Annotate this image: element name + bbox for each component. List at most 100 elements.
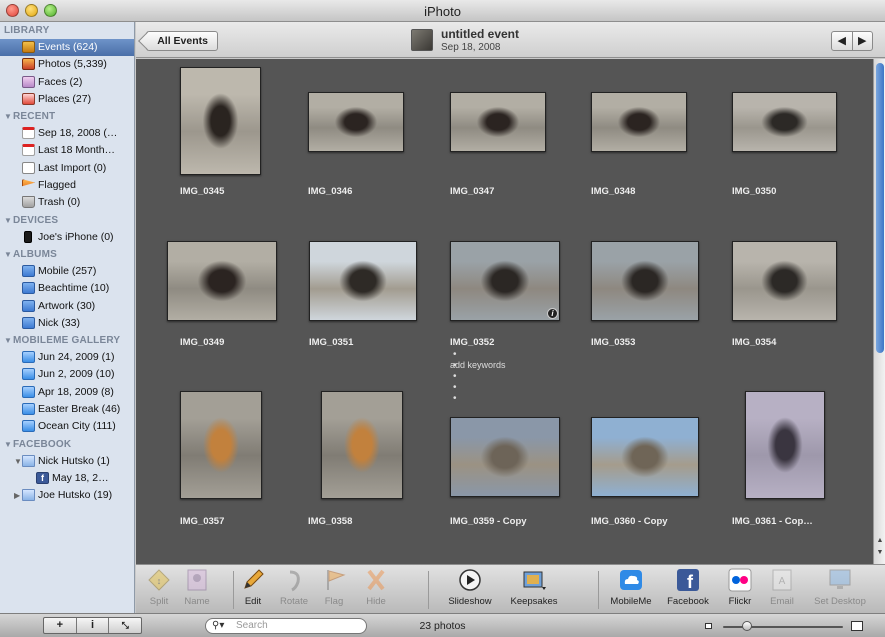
photo-image[interactable] xyxy=(308,92,404,152)
photo-title[interactable]: IMG_0357 xyxy=(180,516,224,527)
sidebar-item[interactable]: Photos (5,339) xyxy=(0,56,134,73)
photo-title[interactable]: IMG_0352 xyxy=(450,337,494,348)
sidebar-section-header[interactable]: ▼ALBUMS xyxy=(0,246,134,263)
photo-title[interactable]: IMG_0349 xyxy=(180,337,224,348)
photo-image[interactable] xyxy=(167,241,277,321)
facebook-button[interactable]: f Facebook xyxy=(662,568,714,607)
photo-image[interactable] xyxy=(321,391,403,499)
photo-title[interactable]: IMG_0351 xyxy=(309,337,353,348)
set-desktop-button[interactable]: Set Desktop xyxy=(814,568,866,607)
sidebar-item[interactable]: Trash (0) xyxy=(0,194,134,211)
photo-image[interactable] xyxy=(450,417,560,497)
photo-title[interactable]: IMG_0345 xyxy=(180,186,224,197)
sidebar-item[interactable]: Last 18 Month… xyxy=(0,142,134,159)
sidebar-item[interactable]: Jun 24, 2009 (1) xyxy=(0,349,134,366)
photo-image[interactable] xyxy=(732,92,837,152)
keepsakes-icon xyxy=(522,568,546,592)
sidebar-item[interactable]: Easter Break (46) xyxy=(0,401,134,418)
disclosure-triangle-icon[interactable]: ▶ xyxy=(14,487,20,504)
photo-title[interactable]: IMG_0354 xyxy=(732,337,776,348)
event-title[interactable]: untitled event xyxy=(441,27,519,41)
disclosure-triangle-icon[interactable]: ▼ xyxy=(4,212,13,229)
sidebar-section-header[interactable]: ▼RECENT xyxy=(0,108,134,125)
photo-image[interactable] xyxy=(745,391,825,499)
photo-title[interactable]: IMG_0359 - Copy xyxy=(450,516,527,527)
all-events-button[interactable]: All Events xyxy=(146,31,218,51)
photo-keywords-field[interactable]: add keywords xyxy=(450,360,506,370)
rotate-icon xyxy=(282,568,306,592)
scroll-up-arrow-icon[interactable]: ▲ xyxy=(874,537,885,544)
photo-image[interactable] xyxy=(450,241,560,321)
trash-icon xyxy=(22,196,35,209)
photo-grid-scrollbar[interactable]: ▲ ▼ xyxy=(873,59,885,564)
sidebar-item[interactable]: Faces (2) xyxy=(0,74,134,91)
sidebar-item[interactable]: Sep 18, 2008 (… xyxy=(0,125,134,142)
sidebar-section-header[interactable]: ▼FACEBOOK xyxy=(0,436,134,453)
sidebar-item[interactable]: Flagged xyxy=(0,177,134,194)
sidebar-section-header[interactable]: ▼MOBILEME GALLERY xyxy=(0,332,134,349)
disclosure-triangle-icon[interactable]: ▼ xyxy=(4,436,13,453)
sidebar-item[interactable]: Beachtime (10) xyxy=(0,280,134,297)
bottom-toolbar: ↕ Split Name Edit Rotate Flag Hide Slideshow Kee… xyxy=(136,564,885,613)
name-button[interactable]: Name xyxy=(171,568,223,607)
photo-image[interactable] xyxy=(591,417,699,497)
sidebar-section-title: DEVICES xyxy=(13,214,59,226)
svg-text:A: A xyxy=(779,576,786,587)
sidebar-item[interactable]: Places (27) xyxy=(0,91,134,108)
sidebar-item[interactable]: f May 18, 2… xyxy=(0,470,134,487)
photo-rating[interactable]: • • • • • xyxy=(453,349,460,404)
sidebar-item[interactable]: Apr 18, 2009 (8) xyxy=(0,384,134,401)
slideshow-button[interactable]: Slideshow xyxy=(444,568,496,607)
sidebar-item-label: Trash (0) xyxy=(38,196,81,209)
sidebar-section-header[interactable]: ▼DEVICES xyxy=(0,212,134,229)
photo-image[interactable] xyxy=(309,241,417,321)
hide-button[interactable]: Hide xyxy=(350,568,402,607)
scroll-down-arrow-icon[interactable]: ▼ xyxy=(874,549,885,556)
photo-title[interactable]: IMG_0353 xyxy=(591,337,635,348)
previous-event-arrow-icon[interactable]: ◀ xyxy=(832,32,853,50)
photo-image[interactable] xyxy=(180,67,261,175)
disclosure-triangle-icon[interactable]: ▼ xyxy=(4,332,13,349)
disclosure-triangle-icon[interactable]: ▼ xyxy=(4,108,13,125)
photo-image[interactable] xyxy=(450,92,546,152)
mobileme-button[interactable]: MobileMe xyxy=(605,568,657,607)
photo-image[interactable] xyxy=(180,391,262,499)
photo-title[interactable]: IMG_0346 xyxy=(308,186,352,197)
thumbnail-size-slider[interactable] xyxy=(705,621,865,633)
disclosure-triangle-icon[interactable]: ▼ xyxy=(14,453,22,470)
sidebar-item[interactable]: ▼ Nick Hutsko (1) xyxy=(0,453,134,470)
photo-title[interactable]: IMG_0347 xyxy=(450,186,494,197)
keepsakes-button[interactable]: Keepsakes xyxy=(508,568,560,607)
photo-title[interactable]: IMG_0350 xyxy=(732,186,776,197)
status-bar: + i ⤡ ⚲▾ Search 23 photos xyxy=(0,613,885,637)
sidebar-item[interactable]: ▶ Joe Hutsko (19) xyxy=(0,487,134,504)
sidebar-item-label: Faces (2) xyxy=(38,75,83,88)
slider-track[interactable] xyxy=(723,626,843,628)
sidebar-item-label: Ocean City (111) xyxy=(38,420,116,433)
sidebar-item[interactable]: Events (624) xyxy=(0,39,134,57)
sidebar-item[interactable]: Ocean City (111) xyxy=(0,418,134,435)
photo-title[interactable]: IMG_0361 - Cop… xyxy=(732,516,813,527)
disclosure-triangle-icon[interactable]: ▼ xyxy=(4,246,13,263)
photo-title[interactable]: IMG_0358 xyxy=(308,516,352,527)
photo-title[interactable]: IMG_0360 - Copy xyxy=(591,516,668,527)
sidebar-item[interactable]: Jun 2, 2009 (10) xyxy=(0,366,134,383)
photo-image[interactable] xyxy=(591,241,699,321)
photo-info-icon[interactable]: i xyxy=(547,308,558,319)
sidebar-section-header[interactable]: LIBRARY xyxy=(0,22,134,39)
sidebar-section-title: LIBRARY xyxy=(4,25,50,36)
photo-image[interactable] xyxy=(591,92,687,152)
photo-title[interactable]: IMG_0348 xyxy=(591,186,635,197)
sidebar-item[interactable]: Nick (33) xyxy=(0,315,134,332)
sidebar-item[interactable]: Last Import (0) xyxy=(0,160,134,177)
photos-icon xyxy=(22,58,35,71)
photo-image[interactable] xyxy=(732,241,837,321)
slider-knob[interactable] xyxy=(742,621,752,631)
sidebar-item[interactable]: Joe's iPhone (0) xyxy=(0,229,134,246)
sidebar-item[interactable]: Mobile (257) xyxy=(0,263,134,280)
sidebar-item[interactable]: Artwork (30) xyxy=(0,298,134,315)
email-button[interactable]: A Email xyxy=(756,568,808,607)
scrollbar-thumb[interactable] xyxy=(876,63,884,353)
next-event-arrow-icon[interactable]: ▶ xyxy=(853,32,873,50)
album-icon xyxy=(22,299,35,312)
